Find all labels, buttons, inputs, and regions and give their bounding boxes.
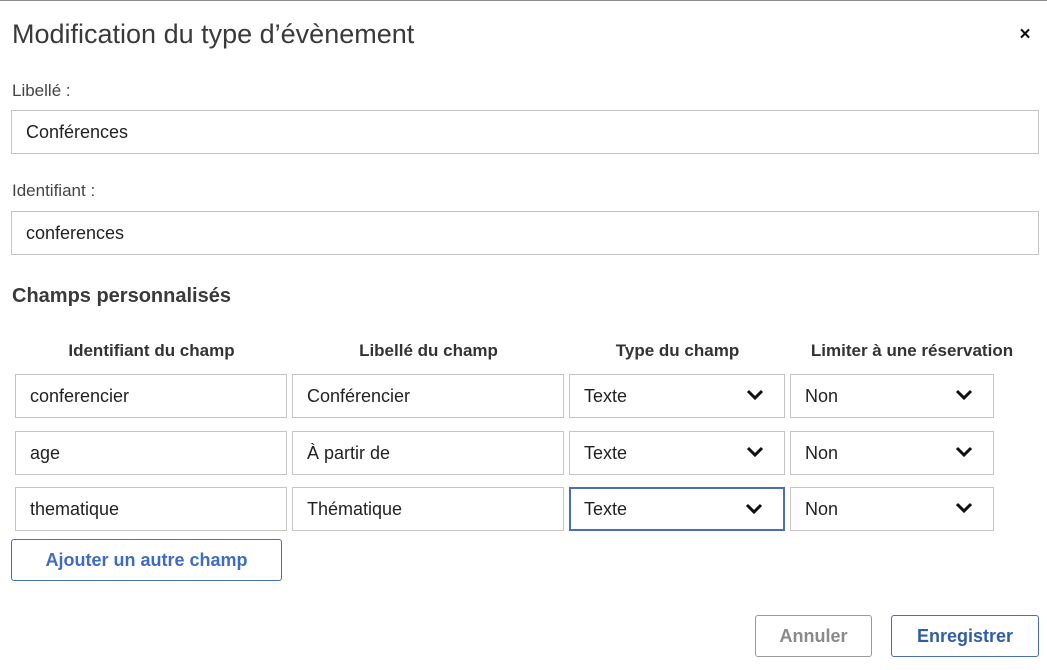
field-label-input[interactable] [292,431,564,475]
edit-event-type-dialog: Modification du type d’évènement × Libel… [0,0,1047,670]
field-identifier-input[interactable] [15,374,287,418]
field-type-select[interactable]: Texte [569,487,785,531]
label-input[interactable] [11,110,1039,154]
chevron-down-icon [745,503,763,515]
identifier-field-label: Identifiant : [12,181,96,200]
field-label-input[interactable] [292,374,564,418]
column-header-type: Type du champ [615,341,740,360]
dialog-title: Modification du type d’évènement [12,19,415,49]
field-type-value: Texte [584,443,628,463]
save-button[interactable]: Enregistrer [891,615,1039,657]
field-limit-value: Non [805,386,839,406]
field-limit-value: Non [805,499,839,519]
column-header-limit: Limiter à une réservation [810,341,1014,360]
field-identifier-input[interactable] [15,431,287,475]
field-type-select[interactable]: Texte [569,374,785,418]
chevron-down-icon [746,389,764,401]
chevron-down-icon [955,502,973,514]
add-field-button[interactable]: Ajouter un autre champ [11,539,282,581]
field-limit-value: Non [805,443,839,463]
identifier-input[interactable] [11,211,1039,255]
custom-fields-title: Champs personnalisés [12,285,231,307]
close-icon[interactable]: × [1015,25,1035,45]
field-limit-select[interactable]: Non [790,374,994,418]
field-label-input[interactable] [292,487,564,531]
column-header-identifier: Identifiant du champ [68,341,235,360]
field-identifier-input[interactable] [15,487,287,531]
label-field-label: Libellé : [12,81,71,100]
cancel-button[interactable]: Annuler [755,615,872,657]
field-type-select[interactable]: Texte [569,431,785,475]
field-limit-select[interactable]: Non [790,487,994,531]
chevron-down-icon [746,446,764,458]
field-type-value: Texte [584,499,628,519]
field-type-value: Texte [584,386,628,406]
chevron-down-icon [955,446,973,458]
chevron-down-icon [955,389,973,401]
field-limit-select[interactable]: Non [790,431,994,475]
column-header-label: Libellé du champ [359,341,498,360]
